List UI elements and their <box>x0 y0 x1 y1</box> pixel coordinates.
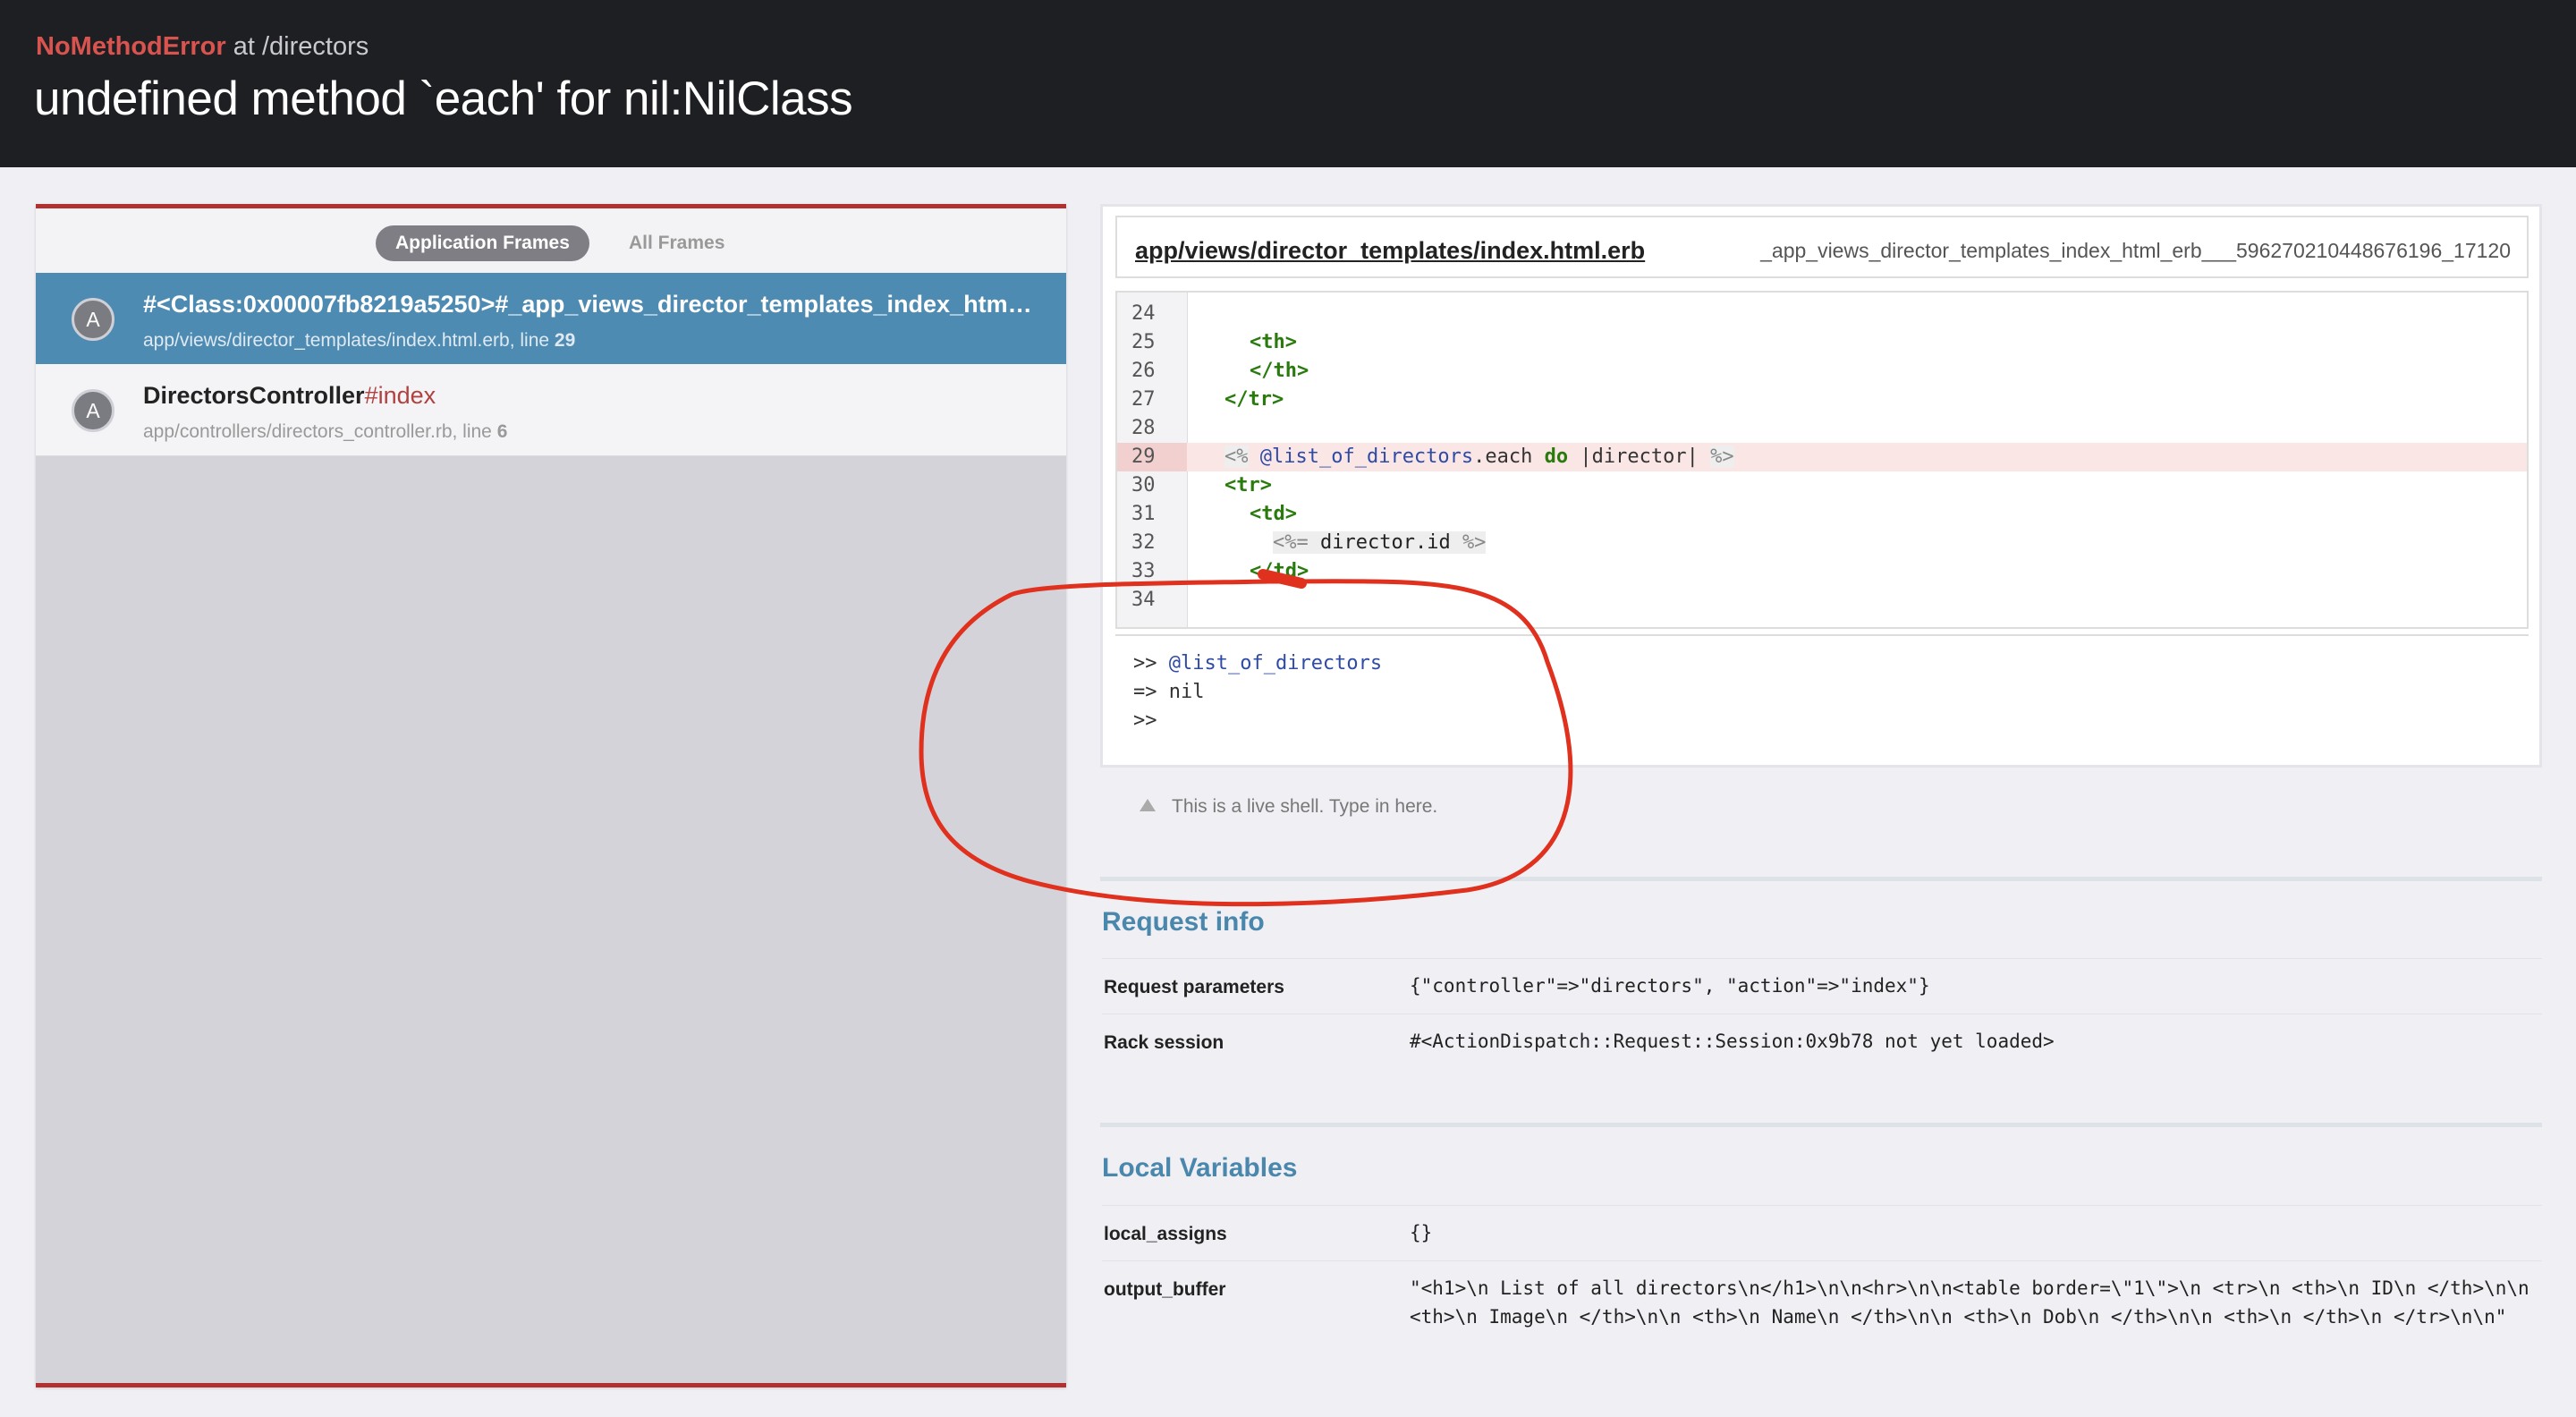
frame-location: app/controllers/directors_controller.rb,… <box>143 421 497 442</box>
code-line: 27 </tr> <box>1117 386 2527 414</box>
line-number: 30 <box>1131 474 1156 496</box>
code-line: 26 </th> <box>1117 357 2527 386</box>
code-text: </tr> <box>1224 388 1284 411</box>
console-result-prompt: => <box>1133 681 1157 703</box>
code-line: 25 <th> <box>1117 328 2527 357</box>
code-text: |director| <box>1568 445 1711 468</box>
erb-open-tag: <% <box>1224 445 1249 468</box>
frame-method: #index <box>364 382 436 409</box>
tab-application-frames[interactable]: Application Frames <box>376 225 589 261</box>
code-keyword: do <box>1544 445 1569 468</box>
line-number: 28 <box>1131 417 1156 439</box>
error-header: NoMethodError at /directors undefined me… <box>0 0 2576 167</box>
console-prompt: >> <box>1133 652 1157 675</box>
live-console[interactable]: >> @list_of_directors => nil >> <box>1115 634 2529 756</box>
code-text: <th> <box>1250 331 1297 353</box>
line-number: 32 <box>1131 531 1156 554</box>
frame-location-wrapper: app/views/director_templates/index.html.… <box>143 330 575 352</box>
local-assigns-value: {} <box>1410 1222 1433 1243</box>
erb-open-tag: <%= <box>1273 531 1309 554</box>
row-divider <box>1102 958 2542 959</box>
console-result-line: => nil <box>1133 681 1205 703</box>
console-result-value: nil <box>1168 681 1205 703</box>
line-number: 29 <box>1117 443 1187 471</box>
frame-line-number: 6 <box>496 421 508 442</box>
row-divider <box>1102 1260 2542 1261</box>
code-line: 32 <%= director.id %> <box>1117 529 2527 557</box>
code-line-error: 29 <% @list_of_directors.each do |directo… <box>1117 443 2527 471</box>
rack-session-value: #<ActionDispatch::Request::Session:0x9b7… <box>1410 1031 2055 1052</box>
frame-name: DirectorsController <box>143 382 365 409</box>
console-input-line: >> @list_of_directors <box>1133 652 1382 675</box>
output-buffer-value: "<h1>\n List of all directors\n</h1>\n\n… <box>1410 1277 2541 1328</box>
line-number: 25 <box>1131 331 1156 353</box>
row-divider <box>1102 1205 2542 1206</box>
console-input-field[interactable]: >> <box>1133 709 1157 732</box>
output-buffer-label: output_buffer <box>1104 1279 1226 1300</box>
live-shell-hint: This is a live shell. Type in here. <box>1140 796 1437 818</box>
code-text: </th> <box>1250 360 1309 382</box>
frame-app-badge: A <box>72 389 114 432</box>
code-line: 31 <td> <box>1117 500 2527 529</box>
section-divider <box>1100 877 2542 881</box>
local-variables-title: Local Variables <box>1102 1153 1298 1183</box>
error-message: undefined method `each' for nil:NilClass <box>34 72 853 125</box>
local-assigns-label: local_assigns <box>1104 1224 1227 1244</box>
frames-tab-bar: Application Frames All Frames <box>36 208 1066 273</box>
request-parameters-label: Request parameters <box>1104 977 1284 997</box>
source-file-link[interactable]: app/views/director_templates/index.html.… <box>1135 237 1645 265</box>
code-text: </td> <box>1250 560 1309 582</box>
erb-close-tag: %> <box>1710 445 1734 468</box>
error-path: at /directors <box>233 32 369 61</box>
source-panel: app/views/director_templates/index.html.… <box>1100 204 2542 768</box>
line-number: 27 <box>1131 388 1156 411</box>
section-divider <box>1100 1123 2542 1127</box>
console-input-expression: @list_of_directors <box>1168 652 1383 675</box>
code-line: 28 <box>1117 414 2527 443</box>
tab-all-frames[interactable]: All Frames <box>609 225 744 261</box>
code-line: 34 <box>1117 586 2527 615</box>
frame-item[interactable]: A DirectorsController#index app/controll… <box>36 364 1066 456</box>
code-text: <td> <box>1250 503 1297 525</box>
line-number: 24 <box>1131 302 1156 325</box>
code-line: 30 <tr> <box>1117 471 2527 500</box>
frames-panel: Application Frames All Frames A #<Class:… <box>36 204 1066 1387</box>
code-line: 24 <box>1117 300 2527 328</box>
frame-name-wrapper: DirectorsController#index <box>143 382 436 410</box>
code-line: 33 </td> <box>1117 557 2527 586</box>
console-prompt: >> <box>1133 709 1157 732</box>
code-ivar: @list_of_directors <box>1259 445 1474 468</box>
live-shell-hint-text: This is a live shell. Type in here. <box>1172 796 1438 817</box>
source-method-name: _app_views_director_templates_index_html… <box>1760 239 2511 262</box>
line-number: 34 <box>1131 589 1156 611</box>
line-number: 31 <box>1131 503 1156 525</box>
line-number: 33 <box>1131 560 1156 582</box>
request-info-title: Request info <box>1102 907 1265 937</box>
rack-session-label: Rack session <box>1104 1032 1224 1053</box>
frame-location: app/views/director_templates/index.html.… <box>143 330 555 351</box>
frame-item-selected[interactable]: A #<Class:0x00007fb8219a5250>#_app_views… <box>36 273 1066 364</box>
frame-app-badge: A <box>72 298 114 341</box>
code-expression: director.id <box>1308 531 1462 554</box>
line-number: 26 <box>1131 360 1156 382</box>
request-parameters-value: {"controller"=>"directors", "action"=>"i… <box>1410 975 1930 997</box>
triangle-up-icon <box>1140 799 1156 811</box>
frame-line-number: 29 <box>554 330 576 351</box>
source-header: app/views/director_templates/index.html.… <box>1115 216 2529 278</box>
error-class: NoMethodError <box>36 32 226 61</box>
frame-name-wrapper: #<Class:0x00007fb8219a5250>#_app_views_d… <box>143 291 1038 318</box>
frame-name: #<Class:0x00007fb8219a5250>#_app_views_d… <box>143 291 1038 318</box>
erb-close-tag: %> <box>1462 531 1487 554</box>
code-text: <tr> <box>1224 474 1272 496</box>
frame-location-wrapper: app/controllers/directors_controller.rb,… <box>143 421 507 443</box>
error-heading-line: NoMethodError at /directors <box>36 32 369 62</box>
source-code: 24 25 <th> 26 </th> 27 </tr> 28 29 <% @list_… <box>1115 291 2529 629</box>
code-text: .each <box>1473 445 1545 468</box>
